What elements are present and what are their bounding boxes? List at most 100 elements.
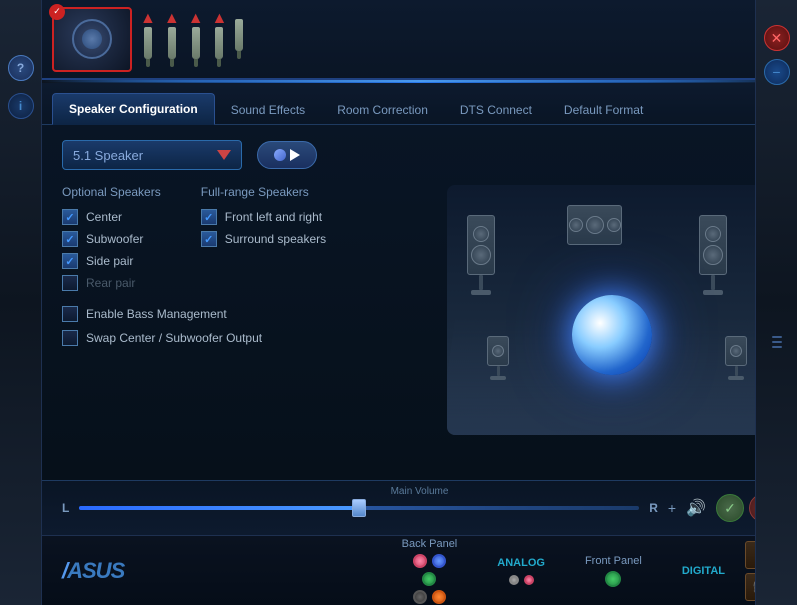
spk-driver-fl-top <box>473 226 489 242</box>
plug-shaft-2 <box>168 27 176 59</box>
spk-body-center <box>567 205 622 245</box>
dropdown-arrow-icon <box>217 150 231 160</box>
optional-speakers-col: Optional Speakers ✓ Center ✓ Subwoofer ✓… <box>62 185 161 291</box>
spk-front-right <box>699 215 727 295</box>
connector-blue-top[interactable] <box>432 554 446 568</box>
spk-driver-fl-bot <box>471 245 491 265</box>
connector-black[interactable] <box>413 590 427 604</box>
panel-section: Back Panel ANALOG <box>402 538 725 604</box>
checkbox-subwoofer[interactable]: ✓ Subwoofer <box>62 231 161 247</box>
label-front-lr: Front left and right <box>225 210 322 224</box>
right-sidebar: ✕ − <box>755 0 797 605</box>
digital-label-container: DIGITAL <box>682 565 725 577</box>
spk-driver-rr <box>730 345 742 357</box>
spk-body-rr <box>725 336 747 366</box>
volume-slider-fill <box>79 506 359 510</box>
plug-tip-4 <box>217 59 221 67</box>
bottom-bar: /ASUS Back Panel <box>42 535 797 605</box>
close-button[interactable]: ✕ <box>764 25 790 51</box>
fullrange-speakers-header: Full-range Speakers <box>201 185 326 199</box>
speaker-visualization <box>447 185 777 435</box>
connector-green[interactable] <box>422 572 436 586</box>
small-conn-1[interactable] <box>509 575 519 585</box>
volume-speaker-icon: 🔊 <box>686 498 706 518</box>
plug-icon-2: ▲ <box>164 11 180 67</box>
speaker-dropdown[interactable]: 5.1 Speaker <box>62 140 242 170</box>
left-sidebar: ? i <box>0 0 42 605</box>
question-button[interactable]: ? <box>8 55 34 81</box>
plug-shaft-3 <box>192 27 200 59</box>
plug-shaft-5 <box>235 19 243 51</box>
label-side-pair: Side pair <box>86 254 133 268</box>
plug-icon-5 <box>235 19 243 59</box>
connector-orange[interactable] <box>432 590 446 604</box>
app-container: ? i ✓ ▲ ▲ ▲ <box>0 0 797 605</box>
spk-stand-rr <box>735 366 738 376</box>
checkbox-side-pair[interactable]: ✓ Side pair <box>62 253 161 269</box>
play-button[interactable] <box>257 141 317 169</box>
volume-label: Main Volume <box>391 486 449 497</box>
volume-plus-icon: + <box>668 500 676 516</box>
front-panel-connector[interactable] <box>605 571 621 587</box>
spk-stand-fl <box>479 275 483 290</box>
label-surround: Surround speakers <box>225 232 326 246</box>
dropdown-value: 5.1 Speaker <box>73 148 143 163</box>
speaker-inner <box>82 29 102 49</box>
small-connectors <box>509 575 534 585</box>
volume-section: Main Volume L R + 🔊 ✓ ✕ <box>42 480 797 535</box>
tab-room-correction[interactable]: Room Correction <box>321 95 444 125</box>
front-panel-label: Front Panel <box>585 555 642 567</box>
spk-base-rr <box>728 376 744 380</box>
tab-sound-effects[interactable]: Sound Effects <box>215 95 322 125</box>
plug-tip-5 <box>237 51 241 59</box>
checkbox-front-lr-box: ✓ <box>201 209 217 225</box>
checkbox-rear-pair[interactable]: Rear pair <box>62 275 161 291</box>
spk-stand-rl <box>497 366 500 376</box>
volume-slider-thumb[interactable] <box>352 499 366 517</box>
spk-base-fr <box>703 290 723 295</box>
plug-tip-3 <box>194 59 198 67</box>
checkbox-center-box: ✓ <box>62 209 78 225</box>
play-arrow-icon <box>290 149 300 161</box>
digital-label: DIGITAL <box>682 565 725 577</box>
plug-tip-2 <box>170 59 174 67</box>
info-button[interactable]: i <box>8 93 34 119</box>
checkbox-bass-mgmt-box <box>62 306 78 322</box>
tab-speaker-config[interactable]: Speaker Configuration <box>52 93 215 125</box>
handle-line-3 <box>772 346 782 348</box>
front-panel-group: Front Panel <box>585 555 642 587</box>
tab-default-format[interactable]: Default Format <box>548 95 659 125</box>
back-panel-connectors <box>413 554 446 568</box>
checkbox-center[interactable]: ✓ Center <box>62 209 161 225</box>
checkbox-front-lr[interactable]: ✓ Front left and right <box>201 209 326 225</box>
small-conn-2[interactable] <box>524 575 534 585</box>
checkbox-rear-pair-box <box>62 275 78 291</box>
checkbox-side-pair-box: ✓ <box>62 253 78 269</box>
checkbox-swap-center-box <box>62 330 78 346</box>
main-speaker-icon[interactable]: ✓ <box>52 7 132 72</box>
spk-driver-c1 <box>569 218 583 232</box>
label-rear-pair: Rear pair <box>86 276 135 290</box>
spk-driver-fr-bot <box>703 245 723 265</box>
volume-confirm-button[interactable]: ✓ <box>716 494 744 522</box>
spk-rear-right <box>725 336 747 380</box>
spk-base-rl <box>490 376 506 380</box>
spk-driver-c2 <box>586 216 604 234</box>
minimize-button[interactable]: − <box>764 59 790 85</box>
volume-left-label: L <box>62 501 69 515</box>
connector-pink-top[interactable] <box>413 554 427 568</box>
handle-line-2 <box>772 341 782 343</box>
tab-dts-connect[interactable]: DTS Connect <box>444 95 548 125</box>
checkbox-surround[interactable]: ✓ Surround speakers <box>201 231 326 247</box>
checkbox-subwoofer-box: ✓ <box>62 231 78 247</box>
content-area: 5.1 Speaker Optional Speakers ✓ Center <box>42 125 797 480</box>
volume-slider-track[interactable] <box>79 506 639 510</box>
analog-label: ANALOG <box>497 557 545 569</box>
optional-speakers-header: Optional Speakers <box>62 185 161 199</box>
spk-body-rl <box>487 336 509 366</box>
asus-logo: /ASUS <box>62 558 124 584</box>
volume-right-label: R <box>649 501 658 515</box>
spk-driver-fr-top <box>705 226 721 242</box>
scroll-handle <box>772 336 782 348</box>
back-panel-group: Back Panel <box>402 538 458 604</box>
